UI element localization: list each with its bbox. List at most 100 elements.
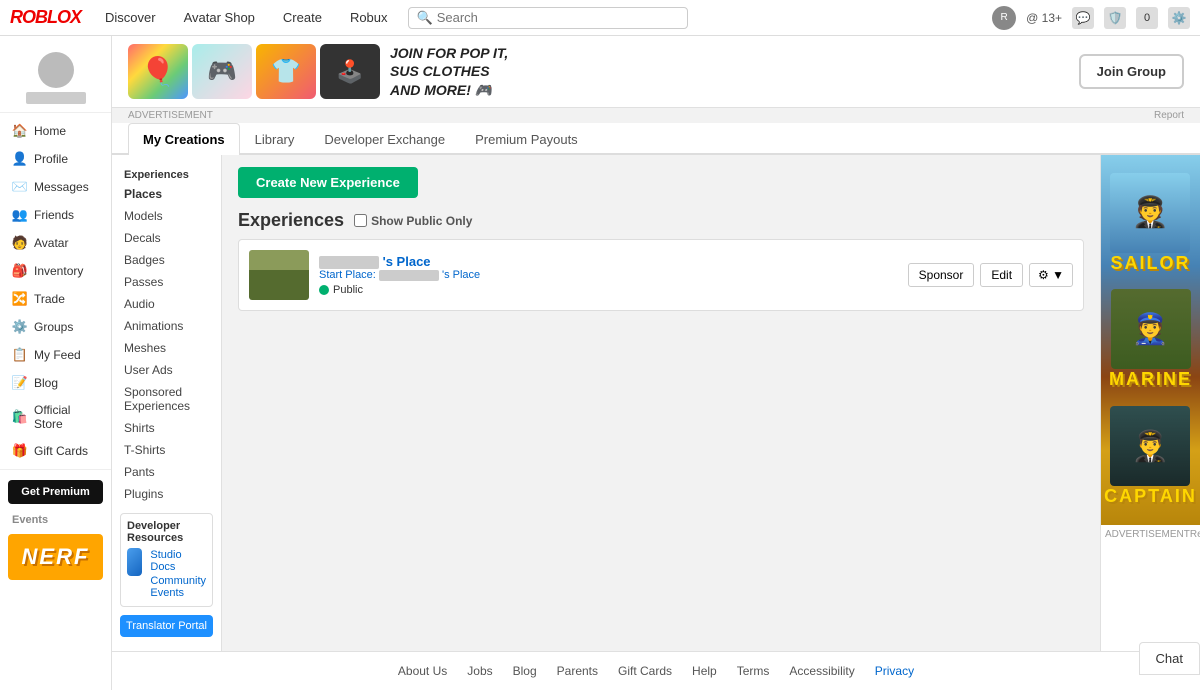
footer-gift-cards[interactable]: Gift Cards xyxy=(618,664,672,678)
left-nav-shirts[interactable]: Shirts xyxy=(112,417,221,439)
footer-terms[interactable]: Terms xyxy=(737,664,770,678)
sailor-image: 🧑‍✈️ xyxy=(1110,173,1190,253)
sidebar-item-trade[interactable]: 🔀 Trade xyxy=(0,285,111,313)
nav-create[interactable]: Create xyxy=(279,10,326,25)
sidebar-item-home[interactable]: 🏠 Home xyxy=(0,117,111,145)
footer-blog[interactable]: Blog xyxy=(513,664,537,678)
sidebar-item-gift-cards[interactable]: 🎁 Gift Cards xyxy=(0,437,111,465)
left-nav: Experiences Places Models Decals Badges … xyxy=(112,155,222,651)
get-premium-button[interactable]: Get Premium xyxy=(8,480,103,504)
feed-icon: 📋 xyxy=(12,347,28,363)
ad-text: JOIN FOR POP IT,SUS CLOTHESAND MORE! 🎮 xyxy=(390,44,1069,99)
store-icon: 🛍️ xyxy=(12,409,28,425)
left-nav-passes[interactable]: Passes xyxy=(112,271,221,293)
left-nav-plugins[interactable]: Plugins xyxy=(112,483,221,505)
show-public-only-label[interactable]: Show Public Only xyxy=(354,214,472,228)
captain-image: 👨‍✈️ xyxy=(1110,406,1190,486)
footer-about-us[interactable]: About Us xyxy=(398,664,447,678)
sidebar-item-myfeed[interactable]: 📋 My Feed xyxy=(0,341,111,369)
footer-accessibility[interactable]: Accessibility xyxy=(789,664,854,678)
sidebar-label-trade: Trade xyxy=(34,292,65,306)
nerf-logo: NERF xyxy=(22,544,90,570)
left-nav-places[interactable]: Places xyxy=(112,183,221,205)
events-banner[interactable]: NERF xyxy=(8,534,103,580)
tab-developer-exchange[interactable]: Developer Exchange xyxy=(309,123,460,155)
top-navigation: ROBLOX Discover Avatar Shop Create Robux… xyxy=(0,0,1200,36)
footer-help[interactable]: Help xyxy=(692,664,717,678)
left-nav-tshirts[interactable]: T-Shirts xyxy=(112,439,221,461)
footer-privacy[interactable]: Privacy xyxy=(875,664,914,678)
sidebar-item-groups[interactable]: ⚙️ Groups xyxy=(0,313,111,341)
sidebar-label-groups: Groups xyxy=(34,320,73,334)
sidebar-item-friends[interactable]: 👥 Friends xyxy=(0,201,111,229)
chat-icon[interactable]: 💬 xyxy=(1072,7,1094,29)
chat-bar[interactable]: Chat xyxy=(1139,642,1200,675)
dev-links: Studio Docs Community Events xyxy=(150,548,206,600)
sidebar-item-profile[interactable]: 👤 Profile xyxy=(0,145,111,173)
left-nav-sponsored[interactable]: Sponsored Experiences xyxy=(112,381,221,417)
left-nav-animations[interactable]: Animations xyxy=(112,315,221,337)
join-group-button[interactable]: Join Group xyxy=(1079,54,1184,89)
trade-icon: 🔀 xyxy=(12,291,28,307)
search-input[interactable] xyxy=(437,10,679,25)
inventory-icon: 🎒 xyxy=(12,263,28,279)
sidebar-item-messages[interactable]: ✉️ Messages xyxy=(0,173,111,201)
tab-my-creations[interactable]: My Creations xyxy=(128,123,240,155)
nav-avatar-shop[interactable]: Avatar Shop xyxy=(180,10,259,25)
settings-button[interactable]: ⚙ ▼ xyxy=(1029,263,1073,287)
gift-icon: 🎁 xyxy=(12,443,28,459)
right-ad-image: 🧑‍✈️ SAILOR 👮 MARINE 👨‍✈️ CAPTAIN xyxy=(1101,155,1200,525)
sidebar-label-profile: Profile xyxy=(34,152,68,166)
sailor-block: 🧑‍✈️ SAILOR xyxy=(1110,173,1190,274)
show-public-checkbox[interactable] xyxy=(354,214,367,227)
marine-image: 👮 xyxy=(1111,289,1191,369)
left-nav-decals[interactable]: Decals xyxy=(112,227,221,249)
search-bar[interactable]: 🔍 xyxy=(408,7,688,29)
page-layout: username 🏠 Home 👤 Profile ✉️ Messages 👥 … xyxy=(0,36,1200,690)
ad-image-1: 🎈 xyxy=(128,44,188,99)
captain-block: 👨‍✈️ CAPTAIN xyxy=(1104,406,1197,507)
marine-block: 👮 MARINE xyxy=(1109,289,1192,390)
sidebar: username 🏠 Home 👤 Profile ✉️ Messages 👥 … xyxy=(0,36,112,690)
notification-icon[interactable]: 0 xyxy=(1136,7,1158,29)
sponsor-button[interactable]: Sponsor xyxy=(908,263,975,287)
nav-robux[interactable]: Robux xyxy=(346,10,392,25)
footer-jobs[interactable]: Jobs xyxy=(467,664,492,678)
sidebar-item-blog[interactable]: 📝 Blog xyxy=(0,369,111,397)
tab-library[interactable]: Library xyxy=(240,123,310,155)
profile-icon: 👤 xyxy=(12,151,28,167)
left-nav-pants[interactable]: Pants xyxy=(112,461,221,483)
report-link[interactable]: Report xyxy=(1154,110,1184,121)
left-nav-badges[interactable]: Badges xyxy=(112,249,221,271)
footer-parents[interactable]: Parents xyxy=(557,664,598,678)
friends-icon: 👥 xyxy=(12,207,28,223)
experience-status: Public xyxy=(319,284,898,296)
left-nav-models[interactable]: Models xyxy=(112,205,221,227)
create-new-experience-button[interactable]: Create New Experience xyxy=(238,167,418,198)
left-nav-user-ads[interactable]: User Ads xyxy=(112,359,221,381)
left-nav-audio[interactable]: Audio xyxy=(112,293,221,315)
avatar: R xyxy=(992,6,1016,30)
dev-resource-icon xyxy=(127,548,142,576)
tab-premium-payouts[interactable]: Premium Payouts xyxy=(460,123,593,155)
experience-actions: Sponsor Edit ⚙ ▼ xyxy=(908,263,1073,287)
sidebar-item-inventory[interactable]: 🎒 Inventory xyxy=(0,257,111,285)
right-report-link[interactable]: Report xyxy=(1190,529,1200,540)
sidebar-item-official-store[interactable]: 🛍️ Official Store xyxy=(0,397,111,437)
experience-name[interactable]: 's Place xyxy=(319,254,898,269)
start-place-username-blurred xyxy=(379,270,439,281)
ad-image-3: 👕 xyxy=(256,44,316,99)
nav-discover[interactable]: Discover xyxy=(101,10,160,25)
dev-link-studio-docs[interactable]: Studio Docs xyxy=(150,548,206,574)
experiences-label: Experiences xyxy=(238,210,344,231)
sidebar-item-avatar[interactable]: 🧑 Avatar xyxy=(0,229,111,257)
shield-icon[interactable]: 🛡️ xyxy=(1104,7,1126,29)
left-nav-meshes[interactable]: Meshes xyxy=(112,337,221,359)
dev-link-community[interactable]: Community Events xyxy=(150,574,206,600)
experience-info: 's Place Start Place: 's Place Public xyxy=(319,254,898,296)
edit-button[interactable]: Edit xyxy=(980,263,1023,287)
tabs-row: My Creations Library Developer Exchange … xyxy=(112,123,1200,155)
translator-portal-button[interactable]: Translator Portal xyxy=(120,615,213,637)
ad-footer: ADVERTISEMENT Report xyxy=(112,108,1200,123)
settings-icon[interactable]: ⚙️ xyxy=(1168,7,1190,29)
